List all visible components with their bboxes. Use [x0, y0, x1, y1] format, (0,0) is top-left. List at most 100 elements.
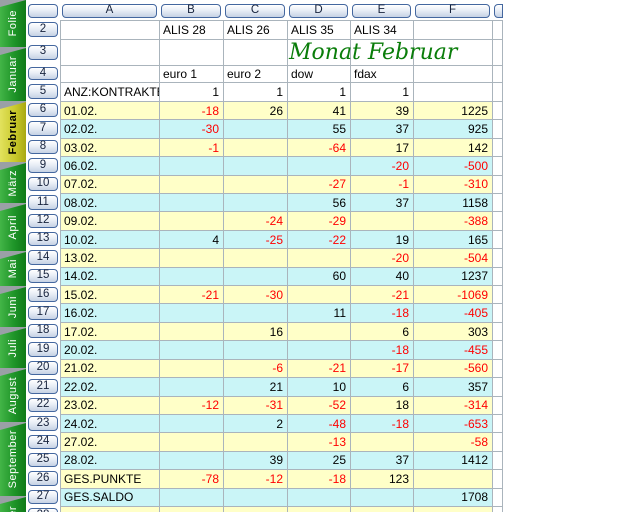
- cell-C25[interactable]: 39: [224, 452, 288, 470]
- row-header-28[interactable]: 28: [28, 508, 58, 512]
- cell-B14[interactable]: [160, 249, 224, 267]
- sheet-tab-juli[interactable]: Juli: [0, 328, 26, 368]
- cell-F16[interactable]: -1069: [414, 286, 493, 304]
- cell-D21[interactable]: 10: [288, 378, 351, 396]
- cell-A25[interactable]: 28.02.: [61, 452, 160, 470]
- cell-B26[interactable]: -78: [160, 470, 224, 488]
- cell-G10[interactable]: [493, 176, 503, 194]
- cell-F2[interactable]: [414, 21, 493, 40]
- cell-G15[interactable]: [493, 268, 503, 286]
- cell-F8[interactable]: 142: [414, 139, 493, 157]
- cell-G17[interactable]: [493, 304, 503, 322]
- cell-C21[interactable]: 21: [224, 378, 288, 396]
- cell-G28[interactable]: [493, 507, 503, 512]
- cell-C3[interactable]: [224, 40, 288, 66]
- cell-C18[interactable]: 16: [224, 323, 288, 341]
- cell-G21[interactable]: [493, 378, 503, 396]
- cell-D10[interactable]: -27: [288, 176, 351, 194]
- cell-F23[interactable]: -653: [414, 415, 493, 433]
- cell-B19[interactable]: [160, 341, 224, 359]
- row-header-6[interactable]: 6: [28, 103, 58, 117]
- cell-D26[interactable]: -18: [288, 470, 351, 488]
- cell-A6[interactable]: 01.02.: [61, 102, 160, 120]
- row-header-4[interactable]: 4: [28, 67, 58, 80]
- cell-D20[interactable]: -21: [288, 360, 351, 378]
- cell-D25[interactable]: 25: [288, 452, 351, 470]
- cell-B16[interactable]: -21: [160, 286, 224, 304]
- cell-D14[interactable]: [288, 249, 351, 267]
- cell-B9[interactable]: [160, 157, 224, 175]
- cell-G12[interactable]: [493, 212, 503, 230]
- row-header-22[interactable]: 22: [28, 398, 58, 412]
- row-header-5[interactable]: 5: [28, 84, 58, 99]
- cell-B23[interactable]: [160, 415, 224, 433]
- cell-C20[interactable]: -6: [224, 360, 288, 378]
- cell-E28[interactable]: [351, 507, 414, 512]
- cell-E13[interactable]: 19: [351, 231, 414, 249]
- cell-E5[interactable]: 1: [351, 83, 414, 102]
- row-header-14[interactable]: 14: [28, 250, 58, 264]
- cell-F4[interactable]: [414, 66, 493, 83]
- cell-G25[interactable]: [493, 452, 503, 470]
- cell-C12[interactable]: -24: [224, 212, 288, 230]
- cell-D8[interactable]: -64: [288, 139, 351, 157]
- cell-E18[interactable]: 6: [351, 323, 414, 341]
- cell-D15[interactable]: 60: [288, 268, 351, 286]
- cell-B10[interactable]: [160, 176, 224, 194]
- cell-F9[interactable]: -500: [414, 157, 493, 175]
- cell-A16[interactable]: 15.02.: [61, 286, 160, 304]
- cell-C15[interactable]: [224, 268, 288, 286]
- cell-A17[interactable]: 16.02.: [61, 304, 160, 322]
- cell-A28[interactable]: [61, 507, 160, 512]
- cell-E27[interactable]: [351, 489, 414, 507]
- cell-G3[interactable]: [493, 40, 503, 66]
- cell-F22[interactable]: -314: [414, 397, 493, 415]
- cell-A27[interactable]: GES.SALDO: [61, 489, 160, 507]
- cell-F13[interactable]: 165: [414, 231, 493, 249]
- cell-C8[interactable]: [224, 139, 288, 157]
- cell-C5[interactable]: 1: [224, 83, 288, 102]
- cell-A26[interactable]: GES.PUNKTE: [61, 470, 160, 488]
- column-header-e[interactable]: E: [352, 4, 411, 18]
- cell-D23[interactable]: -48: [288, 415, 351, 433]
- cell-G4[interactable]: [493, 66, 503, 83]
- column-header-d[interactable]: D: [289, 4, 348, 18]
- cell-B25[interactable]: [160, 452, 224, 470]
- cell-B6[interactable]: -18: [160, 102, 224, 120]
- sheet-tab-april[interactable]: April: [0, 204, 26, 251]
- cell-E24[interactable]: [351, 433, 414, 451]
- row-header-9[interactable]: 9: [28, 158, 58, 172]
- row-header-16[interactable]: 16: [28, 287, 58, 301]
- cell-E16[interactable]: -21: [351, 286, 414, 304]
- cell-F24[interactable]: -58: [414, 433, 493, 451]
- cell-G7[interactable]: [493, 120, 503, 138]
- cell-F12[interactable]: -388: [414, 212, 493, 230]
- cell-B7[interactable]: -30: [160, 120, 224, 138]
- cell-G27[interactable]: [493, 489, 503, 507]
- cell-A11[interactable]: 08.02.: [61, 194, 160, 212]
- cell-F11[interactable]: 1158: [414, 194, 493, 212]
- cell-E9[interactable]: -20: [351, 157, 414, 175]
- row-header-19[interactable]: 19: [28, 342, 58, 356]
- cell-E14[interactable]: -20: [351, 249, 414, 267]
- cell-G6[interactable]: [493, 102, 503, 120]
- cell-G11[interactable]: [493, 194, 503, 212]
- cell-B27[interactable]: [160, 489, 224, 507]
- sheet-tab-juni[interactable]: Juni: [0, 287, 26, 327]
- cell-C16[interactable]: -30: [224, 286, 288, 304]
- cell-C19[interactable]: [224, 341, 288, 359]
- cell-C23[interactable]: 2: [224, 415, 288, 433]
- cell-A2[interactable]: [61, 21, 160, 40]
- cell-G20[interactable]: [493, 360, 503, 378]
- cell-A18[interactable]: 17.02.: [61, 323, 160, 341]
- cell-G16[interactable]: [493, 286, 503, 304]
- row-header-7[interactable]: 7: [28, 121, 58, 135]
- row-header-15[interactable]: 15: [28, 269, 58, 283]
- cell-C6[interactable]: 26: [224, 102, 288, 120]
- cell-D22[interactable]: -52: [288, 397, 351, 415]
- cell-A23[interactable]: 24.02.: [61, 415, 160, 433]
- cell-D16[interactable]: [288, 286, 351, 304]
- cell-E7[interactable]: 37: [351, 120, 414, 138]
- cell-G14[interactable]: [493, 249, 503, 267]
- cell-B8[interactable]: -1: [160, 139, 224, 157]
